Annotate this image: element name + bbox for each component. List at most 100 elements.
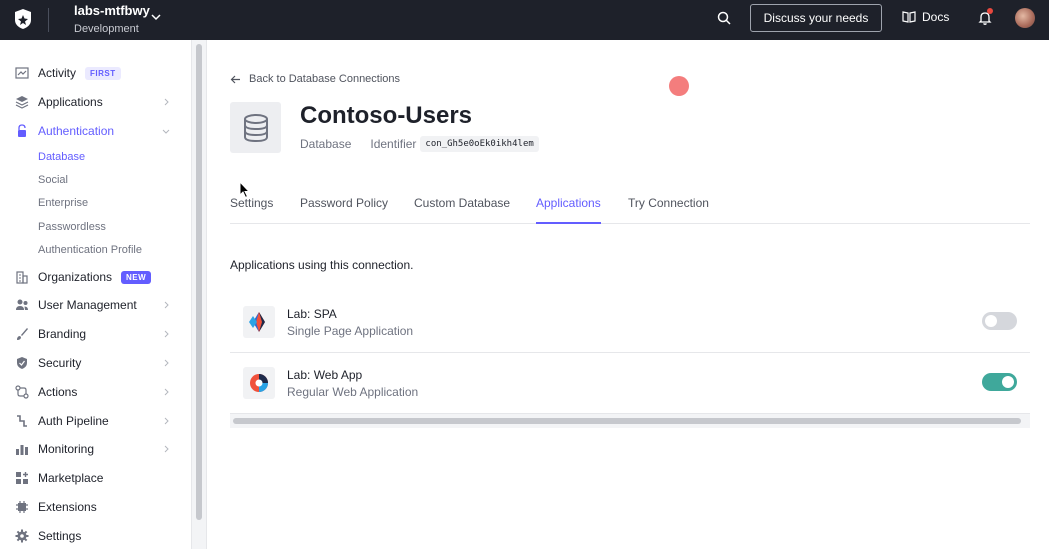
identifier-value[interactable]: con_Gh5e0oEk0ikh4lem <box>420 136 539 152</box>
docs-link[interactable]: Docs <box>902 10 949 24</box>
enable-toggle[interactable] <box>982 373 1017 391</box>
tenant-environment: Development <box>74 23 139 35</box>
gear-icon <box>15 529 29 543</box>
shield-icon <box>17 357 27 369</box>
section-description: Applications using this connection. <box>230 258 414 272</box>
sidebar-item-label: Organizations <box>38 270 113 284</box>
auth0-logo-icon[interactable] <box>12 8 34 30</box>
activity-icon <box>15 67 29 79</box>
app-name: Lab: Web App <box>287 368 363 382</box>
chevron-right-icon <box>164 417 169 425</box>
sidebar-item-label: User Management <box>38 298 137 312</box>
notification-dot <box>987 8 993 14</box>
actions-icon <box>15 385 29 399</box>
sidebar-subitem-enterprise[interactable]: Enterprise <box>38 197 88 209</box>
arrow-left-icon <box>230 75 240 83</box>
chevron-down-icon[interactable] <box>150 11 162 23</box>
back-to-database-connections-link[interactable]: Back to Database Connections <box>230 73 400 85</box>
sidebar: Activity FIRST Applications Authenticati… <box>0 40 192 549</box>
horizontal-scrollbar-thumb[interactable] <box>233 418 1021 424</box>
sidebar-item-label: Monitoring <box>38 442 95 456</box>
sidebar-item-activity[interactable]: Activity FIRST <box>0 60 192 86</box>
tab-custom-database[interactable]: Custom Database <box>414 196 510 224</box>
sidebar-item-organizations[interactable]: Organizations NEW <box>0 264 192 290</box>
list-item: Lab: SPA Single Page Application <box>230 292 1030 353</box>
sidebar-item-label: Settings <box>38 529 82 543</box>
tenant-switcher[interactable]: labs-mtfbwy Development <box>74 3 150 37</box>
enable-toggle[interactable] <box>982 312 1017 330</box>
sidebar-item-authentication[interactable]: Authentication <box>0 118 192 144</box>
grid-plus-icon <box>16 472 28 484</box>
sidebar-item-applications[interactable]: Applications <box>0 89 192 115</box>
chevron-right-icon <box>164 388 169 396</box>
topbar-divider <box>48 8 49 32</box>
sidebar-subitem-passwordless[interactable]: Passwordless <box>38 221 106 233</box>
tab-settings[interactable]: Settings <box>230 196 273 224</box>
user-avatar[interactable] <box>1015 8 1035 28</box>
book-icon <box>902 11 916 23</box>
sidebar-item-auth-pipeline[interactable]: Auth Pipeline <box>0 408 192 434</box>
click-indicator <box>669 76 689 96</box>
app-name: Lab: SPA <box>287 307 337 321</box>
chevron-right-icon <box>164 98 169 106</box>
sidebar-item-label: Authentication <box>38 124 115 138</box>
sidebar-subitem-database[interactable]: Database <box>38 151 85 163</box>
horizontal-scrollbar[interactable] <box>230 414 1030 428</box>
gear-chip-icon <box>16 501 28 513</box>
top-bar: labs-mtfbwy Development Discuss your nee… <box>0 0 1049 40</box>
sidebar-item-label: Marketplace <box>38 471 104 485</box>
tab-applications[interactable]: Applications <box>536 196 601 224</box>
sidebar-item-settings[interactable]: Settings <box>0 523 192 549</box>
chart-icon <box>16 445 28 455</box>
connection-type: Database <box>300 137 352 151</box>
search-icon[interactable] <box>716 10 732 26</box>
app-logo <box>243 367 275 399</box>
chevron-right-icon <box>164 301 169 309</box>
chevron-right-icon <box>164 445 169 453</box>
sidebar-item-actions[interactable]: Actions <box>0 379 192 405</box>
tab-password-policy[interactable]: Password Policy <box>300 196 388 224</box>
sidebar-item-label: Branding <box>38 327 87 341</box>
sidebar-item-user-management[interactable]: User Management <box>0 292 192 318</box>
web-app-logo-icon <box>250 374 268 392</box>
tab-try-connection[interactable]: Try Connection <box>628 196 709 224</box>
toggle-knob <box>1002 376 1014 388</box>
pipeline-icon <box>17 415 27 427</box>
sidebar-item-label: Actions <box>38 385 78 399</box>
connection-meta: Database Identifier con_Gh5e0oEk0ikh4lem <box>300 136 539 152</box>
tab-bar: Settings Password Policy Custom Database… <box>230 186 1030 224</box>
docs-label: Docs <box>922 10 950 24</box>
tenant-name: labs-mtfbwy <box>74 3 150 18</box>
new-badge: NEW <box>121 270 152 284</box>
sidebar-item-label: Extensions <box>38 500 97 514</box>
back-link-label: Back to Database Connections <box>249 73 401 85</box>
list-item: Lab: Web App Regular Web Application <box>230 353 1030 414</box>
spa-logo-icon <box>249 312 265 332</box>
app-logo <box>243 306 275 338</box>
page-title: Contoso-Users <box>300 102 473 129</box>
sidebar-subitem-authentication-profile[interactable]: Authentication Profile <box>38 244 142 256</box>
identifier-label: Identifier <box>370 137 417 151</box>
chevron-right-icon <box>164 359 169 367</box>
users-icon <box>16 299 28 310</box>
chevron-down-icon <box>162 129 170 134</box>
sidebar-item-marketplace[interactable]: Marketplace <box>0 465 192 491</box>
sidebar-item-branding[interactable]: Branding <box>0 321 192 347</box>
sidebar-item-security[interactable]: Security <box>0 350 192 376</box>
discuss-your-needs-button[interactable]: Discuss your needs <box>750 4 882 32</box>
sidebar-item-monitoring[interactable]: Monitoring <box>0 436 192 462</box>
toggle-knob <box>985 315 997 327</box>
first-badge: FIRST <box>85 66 121 80</box>
database-icon <box>243 113 268 142</box>
sidebar-scrollbar-thumb[interactable] <box>196 44 202 520</box>
layers-icon <box>15 96 29 109</box>
sidebar-item-extensions[interactable]: Extensions <box>0 494 192 520</box>
sidebar-scrollbar[interactable] <box>192 40 207 549</box>
lock-icon <box>18 124 26 137</box>
sidebar-item-label: Activity <box>38 66 77 80</box>
sidebar-subitem-social[interactable]: Social <box>38 174 68 186</box>
app-type: Single Page Application <box>287 324 414 338</box>
building-icon <box>16 271 28 284</box>
app-type: Regular Web Application <box>287 385 419 399</box>
brush-icon <box>17 328 28 340</box>
